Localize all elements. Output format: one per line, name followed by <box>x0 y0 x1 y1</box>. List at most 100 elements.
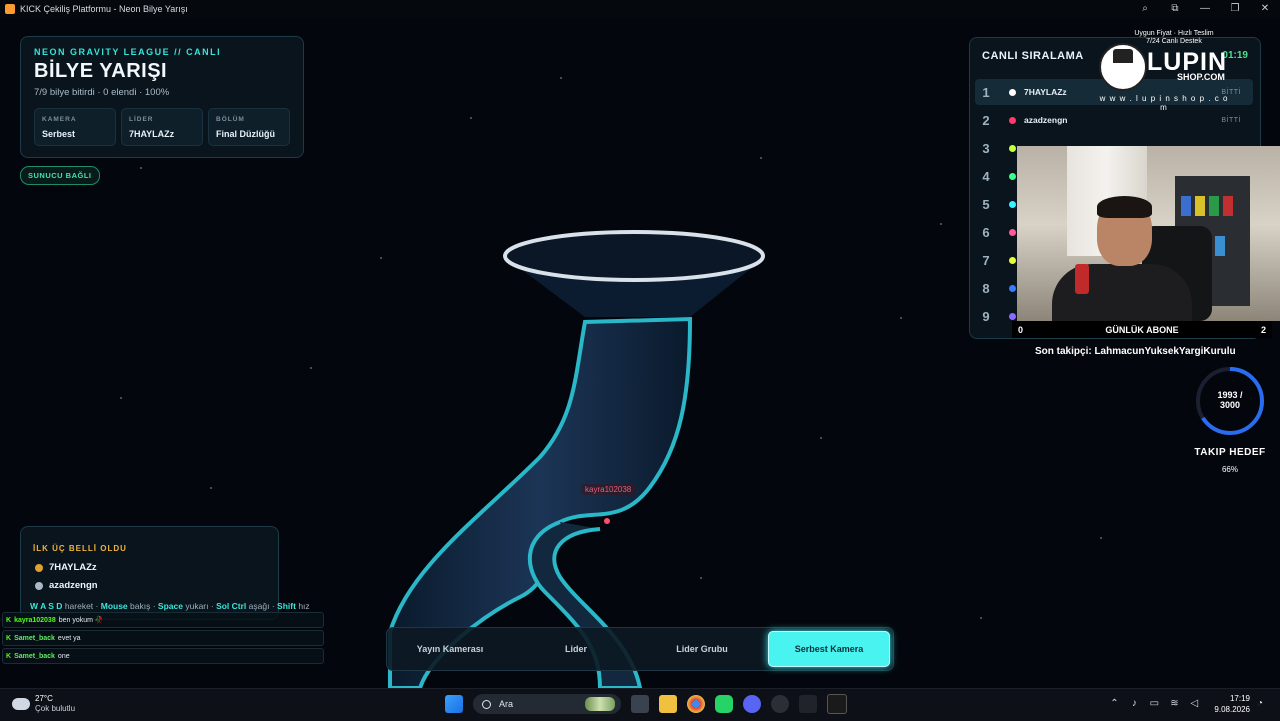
rank-number: 9 <box>982 308 990 324</box>
system-clock[interactable]: 17:19 9.08.2026 <box>1214 693 1250 715</box>
rank-number: 3 <box>982 140 990 156</box>
taskbar-search[interactable]: Ara <box>473 694 621 714</box>
subs-right-count: 2 <box>1260 324 1266 335</box>
window-title: KICK Çekiliş Platformu - Neon Bilye Yarı… <box>20 3 188 14</box>
goal-label: TAKIP HEDEF <box>1194 447 1266 458</box>
chat-message: K kayra102038 ben yokum 🥀 <box>2 612 324 628</box>
marble-color-dot <box>1009 284 1016 292</box>
start-icon[interactable] <box>445 695 463 713</box>
cloud-icon <box>12 698 30 710</box>
panda-mascot-icon <box>1099 43 1147 91</box>
chevron-up-icon[interactable]: ⌃ <box>1108 698 1120 710</box>
ranking-title: CANLI SIRALAMA <box>982 50 1084 62</box>
sponsor-brand-sub: SHOP.COM <box>1177 72 1225 82</box>
top-three-entry: azadzengn <box>35 580 98 591</box>
gold-medal-icon <box>35 563 43 572</box>
task-view-icon[interactable] <box>631 695 649 713</box>
notification-icon[interactable]: ◔ <box>1254 698 1266 710</box>
marble-color-dot <box>1009 116 1016 124</box>
kick-icon: K <box>6 616 12 624</box>
weather-temp: 27°C <box>35 694 53 703</box>
marble-color-dot <box>1009 228 1016 236</box>
silver-medal-icon <box>35 581 43 590</box>
race-subtitle: 7/9 bilye bitirdi · 0 elendi · 100% <box>34 87 170 98</box>
rank-number: 6 <box>982 224 990 240</box>
chrome-icon[interactable] <box>687 695 705 713</box>
taskbar: 27°C Çok bulutlu Ara ⌃ ♪ ▭ ≋ ◁ 17:19 9.0… <box>0 688 1280 721</box>
streamer-webcam <box>1017 146 1280 321</box>
top-three-title: İLK ÜÇ BELLİ OLDU <box>33 544 127 553</box>
stat-value: 7HAYLAZz <box>129 129 175 139</box>
goal-current: 1993 / <box>1217 390 1243 400</box>
sponsor-website: w w w . l u p i n s h o p . c o m <box>1099 94 1229 112</box>
top-three-entry: 7HAYLAZz <box>35 562 97 573</box>
stat-leader: LİDER 7HAYLAZz <box>121 108 203 146</box>
phone-link-icon[interactable]: ▭ <box>1148 698 1160 710</box>
clock-date: 9.08.2026 <box>1214 705 1250 714</box>
leader-camera-button[interactable]: Lider <box>516 632 636 666</box>
key-desc: yukarı · <box>185 601 214 611</box>
stat-section: BÖLÜM Final Düzlüğü <box>208 108 290 146</box>
key-desc: aşağı · <box>248 601 275 611</box>
key-hint: Shift <box>277 601 296 611</box>
app-window-icon[interactable] <box>827 694 847 714</box>
sponsor-tagline-2: 7/24 Canlı Destek <box>1146 38 1202 45</box>
chat-username: Samet_back <box>14 652 55 660</box>
terminal-icon[interactable] <box>799 695 817 713</box>
rank-number: 1 <box>982 84 990 100</box>
racer-name: azadzengn <box>1024 115 1068 125</box>
stat-value: Final Düzlüğü <box>216 129 275 139</box>
key-desc: hareket · <box>64 601 99 611</box>
rank-number: 2 <box>982 112 990 128</box>
steam-icon[interactable] <box>771 695 789 713</box>
chat-text: ben yokum 🥀 <box>58 617 104 624</box>
stat-label: BÖLÜM <box>216 116 245 123</box>
chat-username: kayra102038 <box>14 616 56 624</box>
free-camera-button[interactable]: Serbest Kamera <box>768 631 890 667</box>
goal-percent: 66% <box>1221 465 1238 474</box>
weather-widget[interactable]: 27°C Çok bulutlu <box>12 694 75 714</box>
wifi-icon[interactable]: ≋ <box>1168 698 1180 710</box>
league-label: NEON GRAVITY LEAGUE // CANLI <box>34 47 222 57</box>
extension-icon[interactable]: ⧉ <box>1160 0 1190 17</box>
kick-icon: K <box>6 652 12 660</box>
stat-label: LİDER <box>129 116 154 123</box>
restore-icon[interactable]: ❐ <box>1220 0 1250 17</box>
key-hint: W A S D <box>30 601 63 611</box>
racer-name: 7HAYLAZz <box>1024 87 1067 97</box>
race-title: BİLYE YARIŞI <box>34 60 168 82</box>
marble-color-dot <box>1009 200 1016 208</box>
stat-value: Serbest <box>42 129 76 139</box>
key-hint: Space <box>157 601 183 611</box>
close-icon[interactable]: ✕ <box>1250 0 1280 17</box>
chat-text: one <box>57 652 70 660</box>
minimize-icon[interactable]: — <box>1190 0 1220 17</box>
top-three-name: azadzengn <box>49 580 98 591</box>
marble-name-tag: kayra102038 <box>581 484 636 495</box>
rank-number: 7 <box>982 252 990 268</box>
clock-time: 17:19 <box>1229 694 1250 703</box>
volume-icon[interactable]: ◁ <box>1188 698 1200 710</box>
marble-color-dot <box>1009 312 1016 320</box>
weather-desc: Çok bulutlu <box>35 704 76 713</box>
subs-label: GÜNLÜK ABONE <box>1105 324 1179 335</box>
zoom-search-icon[interactable]: ⌕ <box>1130 0 1160 17</box>
key-desc: bakış · <box>130 601 156 611</box>
discord-icon[interactable] <box>743 695 761 713</box>
search-highlight-art <box>585 697 615 711</box>
marble-color-dot <box>1009 144 1016 152</box>
whatsapp-icon[interactable] <box>715 695 733 713</box>
stream-camera-button[interactable]: Yayın Kamerası <box>390 632 510 666</box>
racer-status: BİTTİ <box>1221 116 1241 124</box>
leader-group-camera-button[interactable]: Lider Grubu <box>642 632 762 666</box>
race-info-panel: NEON GRAVITY LEAGUE // CANLI BİLYE YARIŞ… <box>20 36 304 158</box>
kick-icon: K <box>6 634 12 642</box>
marble-color-dot <box>1009 88 1016 96</box>
stat-camera: KAMERA Serbest <box>34 108 116 146</box>
key-hint: Mouse <box>100 601 128 611</box>
app-icon <box>5 3 15 14</box>
chat-text: evet ya <box>57 634 81 642</box>
file-explorer-icon[interactable] <box>659 695 677 713</box>
daily-subs-bar: 0 GÜNLÜK ABONE 2 <box>1012 321 1272 338</box>
microphone-icon[interactable]: ♪ <box>1128 698 1140 710</box>
